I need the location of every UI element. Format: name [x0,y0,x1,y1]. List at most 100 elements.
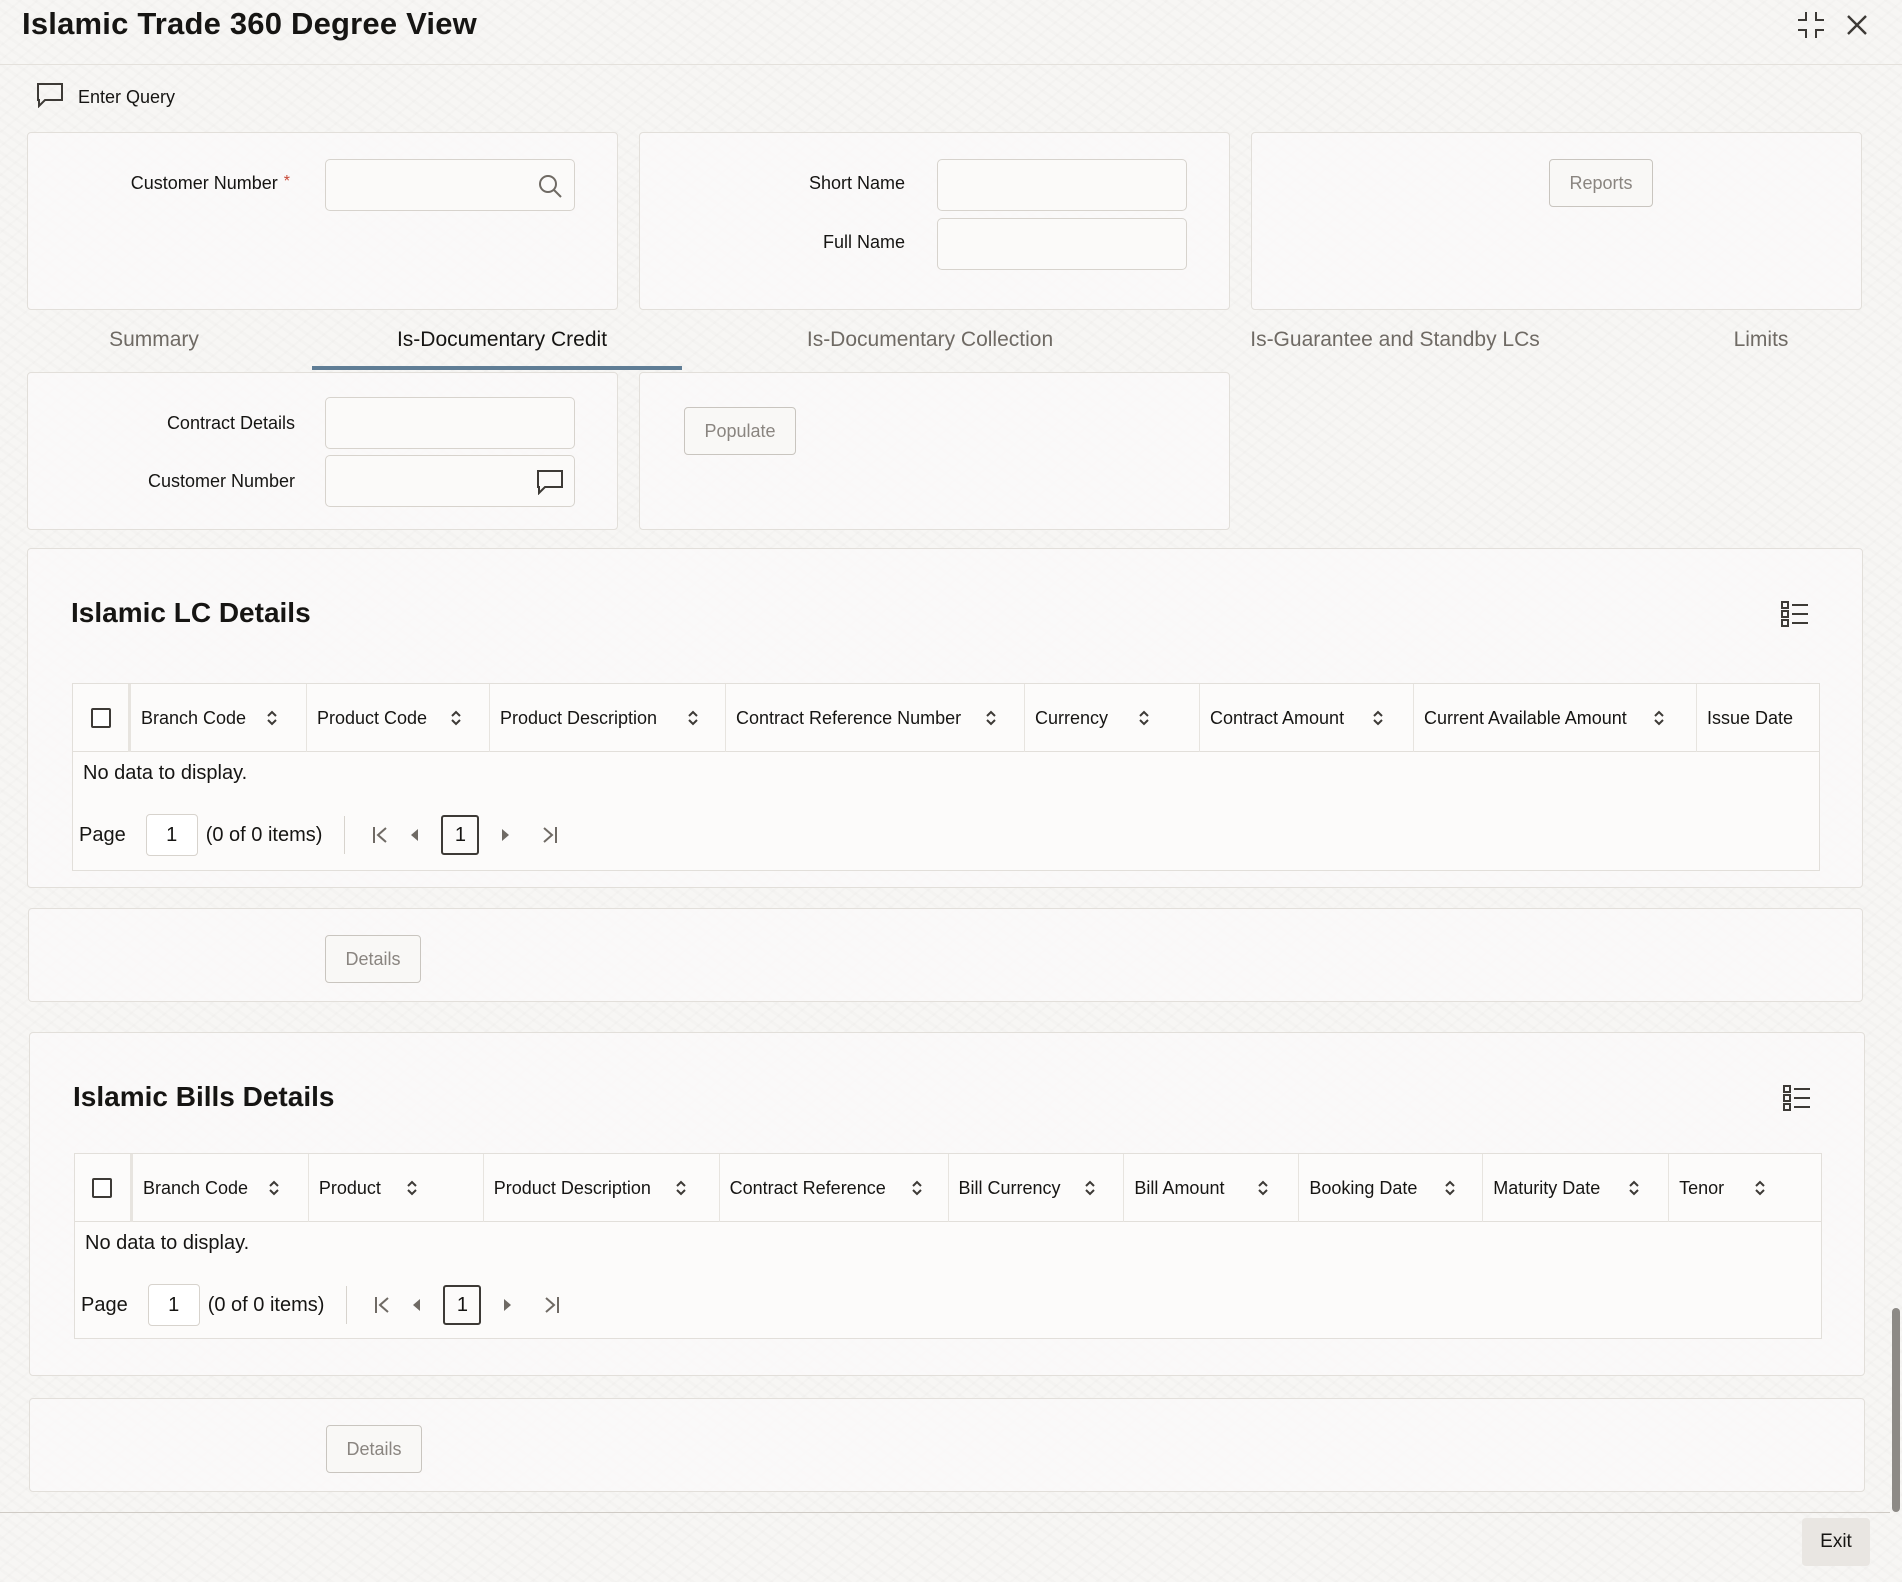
tab-is-documentary-collection[interactable]: Is-Documentary Collection [792,328,1068,368]
required-marker: * [283,173,290,190]
close-icon[interactable] [1840,8,1874,42]
col-bill-currency[interactable]: Bill Currency [949,1154,1125,1222]
select-all-checkbox[interactable] [90,708,111,728]
scrollbar-thumb[interactable] [1892,1308,1900,1512]
col-bill-amount[interactable]: Bill Amount [1124,1154,1300,1222]
col-product-description[interactable]: Product Description [484,1154,720,1222]
col-contract-reference-number[interactable]: Contract Reference Number [726,684,1025,752]
col-product[interactable]: Product [309,1154,484,1222]
col-contract-reference[interactable]: Contract Reference [720,1154,949,1222]
tab-summary[interactable]: Summary [92,328,216,368]
customer-number-field[interactable] [325,159,575,211]
contract-customer-number-field[interactable] [325,455,575,507]
sort-icon [269,1180,279,1196]
lc-details-button[interactable]: Details [325,935,421,983]
header-divider [0,64,1902,65]
pager-divider [344,816,346,854]
bills-pagination: Page 1 (0 of 0 items) 1 [81,1284,569,1326]
short-name-field[interactable] [937,159,1187,211]
contract-details-label: Contract Details [166,413,295,433]
sort-icon [1084,1180,1095,1196]
sort-icon [986,710,996,726]
enter-query-label: Enter Query [78,87,176,107]
col-currency[interactable]: Currency [1025,684,1200,752]
sort-icon [1373,710,1383,726]
reports-panel: Reports [1251,132,1862,310]
tab-limits[interactable]: Limits [1720,328,1802,368]
full-name-label: Full Name [822,232,905,252]
last-page-icon[interactable] [533,816,567,854]
active-tab-indicator [312,366,682,370]
contract-panel: Contract Details Customer Number [27,372,618,530]
col-branch-code[interactable]: Branch Code [131,684,307,752]
col-issue-date[interactable]: Issue Date [1697,684,1819,752]
col-product-code[interactable]: Product Code [307,684,490,752]
tab-is-documentary-credit[interactable]: Is-Documentary Credit [382,328,622,368]
bills-details-table: Branch Code Product Product Description … [74,1153,1822,1339]
first-page-icon[interactable] [365,1286,399,1324]
short-name-input[interactable] [938,160,1186,210]
lc-empty-message: No data to display. [83,762,248,784]
next-page-icon[interactable] [491,1286,525,1324]
bills-empty-message: No data to display. [85,1232,250,1254]
col-product-description[interactable]: Product Description [490,684,726,752]
col-branch-code[interactable]: Branch Code [133,1154,309,1222]
page: Islamic Trade 360 Degree View Enter Quer… [0,0,1902,1582]
previous-page-icon[interactable] [399,1286,433,1324]
contract-details-field[interactable] [325,397,575,449]
populate-button[interactable]: Populate [684,407,796,455]
tab-is-guarantee-and-standby-lcs[interactable]: Is-Guarantee and Standby LCs [1244,328,1546,368]
comment-icon[interactable] [536,468,564,496]
full-name-field[interactable] [937,218,1187,270]
sort-icon [911,1180,922,1196]
sort-icon [407,1180,417,1196]
col-maturity-date[interactable]: Maturity Date [1483,1154,1670,1222]
next-page-icon[interactable] [489,816,523,854]
short-name-label: Short Name [808,173,905,193]
lc-details-table: Branch Code Product Code Product Descrip… [72,683,1820,871]
page-number-input[interactable]: 1 [145,814,198,856]
col-current-available-amount[interactable]: Current Available Amount [1414,684,1697,752]
current-page-button[interactable]: 1 [441,815,480,855]
lc-pagination: Page 1 (0 of 0 items) 1 [79,814,567,856]
minimize-icon[interactable] [1794,8,1828,42]
lc-details-section: Islamic LC Details Branch Code Product C… [27,548,1863,888]
search-icon[interactable] [536,172,564,200]
reports-button[interactable]: Reports [1549,159,1653,207]
select-all-cell [73,684,131,752]
first-page-icon[interactable] [363,816,397,854]
sort-icon [1629,1180,1639,1196]
name-panel: Short Name Full Name [639,132,1230,310]
col-booking-date[interactable]: Booking Date [1299,1154,1484,1222]
sort-icon [1654,710,1664,726]
full-name-input[interactable] [938,219,1186,269]
column-settings-icon[interactable] [1782,1083,1812,1113]
col-tenor[interactable]: Tenor [1669,1154,1821,1222]
last-page-icon[interactable] [535,1286,569,1324]
populate-panel: Populate [639,372,1230,530]
column-settings-icon[interactable] [1780,599,1810,629]
previous-page-icon[interactable] [397,816,431,854]
col-contract-amount[interactable]: Contract Amount [1200,684,1414,752]
enter-query-button[interactable]: Enter Query [36,82,175,113]
lc-table-header: Branch Code Product Code Product Descrip… [73,684,1819,752]
sort-icon [1139,710,1149,726]
customer-number-label: Customer Number * [130,173,290,193]
sort-icon [676,1180,686,1196]
sort-icon [451,710,461,726]
pager-divider [346,1286,348,1324]
page-label: Page [79,823,126,846]
lc-details-actions: Details [28,908,1863,1002]
bills-details-button[interactable]: Details [326,1425,422,1473]
lc-section-title: Islamic LC Details [71,597,311,628]
contract-details-input[interactable] [326,398,574,448]
exit-button[interactable]: Exit [1802,1518,1870,1566]
bills-details-actions: Details [29,1398,1865,1492]
contract-customer-number-label: Customer Number [147,471,295,491]
bills-table-header: Branch Code Product Product Description … [75,1154,1821,1222]
select-all-checkbox[interactable] [92,1178,113,1198]
page-number-input[interactable]: 1 [147,1284,200,1326]
current-page-button[interactable]: 1 [443,1285,482,1325]
footer-divider [0,1512,1890,1513]
items-count: (0 of 0 items) [205,823,323,846]
